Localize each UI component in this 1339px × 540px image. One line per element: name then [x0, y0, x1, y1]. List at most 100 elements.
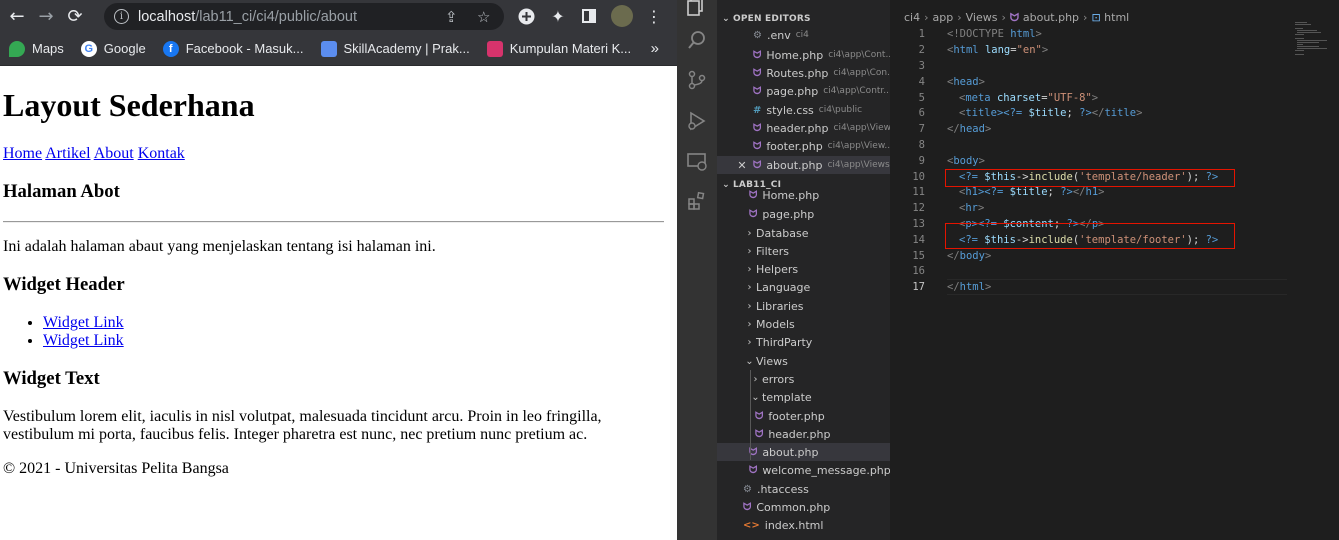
bookmark-kumpulan[interactable]: Kumpulan Materi K... [486, 40, 632, 57]
minimap[interactable] [1295, 22, 1339, 82]
tree-folder[interactable]: › Database [717, 224, 890, 242]
breadcrumb-item[interactable]: ci4 [904, 11, 920, 24]
minimap-line [1295, 54, 1304, 55]
nav-link-kontak[interactable]: Kontak [138, 145, 185, 162]
highlight-box-header-include [945, 169, 1235, 187]
code-token: html [1003, 28, 1036, 40]
file-path: ci4\app\Cont... [828, 50, 890, 60]
code-line[interactable]: <meta charset="UTF-8"> [959, 90, 1098, 106]
file-name: header.php [768, 427, 831, 441]
extensions-puzzle-icon[interactable]: ✦ [549, 7, 567, 26]
nav-link-artikel[interactable]: Artikel [45, 145, 90, 162]
explorer-sidebar: ⌄ OPEN EDITORS ⚙ .env ci4 ᗢ Home.php ci4\app\… [717, 0, 890, 540]
code-line[interactable]: <head> [947, 74, 985, 90]
tree-folder[interactable]: ⌄ Views [717, 352, 890, 370]
code-line[interactable]: </head> [947, 121, 991, 137]
back-arrow-icon[interactable]: ← [4, 3, 30, 29]
address-bar[interactable]: i localhost/lab11_ci/ci4/public/about ⇪ … [104, 3, 504, 30]
open-editor-item[interactable]: ᗢ Home.php ci4\app\Cont... [717, 46, 890, 64]
profile-avatar-icon[interactable] [611, 5, 633, 27]
open-editor-item[interactable]: ⚙ .env ci4 [717, 26, 890, 44]
open-editor-item[interactable]: ᗢ Routes.php ci4\app\Con... [717, 64, 890, 82]
close-icon[interactable]: ✕ [735, 159, 749, 172]
search-icon[interactable] [685, 28, 709, 52]
code-line[interactable]: </html> [947, 279, 991, 295]
bookmark-maps[interactable]: Maps [9, 40, 64, 57]
breadcrumb-item[interactable]: about.php [1023, 11, 1079, 24]
line-number: 15 [912, 250, 925, 262]
tree-item[interactable]: ᗢ Common.php [717, 498, 890, 516]
php-file-icon: ᗢ [753, 85, 762, 97]
run-debug-icon[interactable] [685, 109, 709, 133]
nav-link-about[interactable]: About [94, 145, 134, 162]
bookmark-label: Kumpulan Materi K... [509, 41, 632, 56]
code-line[interactable]: <body> [947, 153, 985, 169]
tree-folder[interactable]: › ThirdParty [717, 333, 890, 351]
bookmarks-more-icon[interactable]: » [651, 40, 659, 57]
code-token: ><?= [977, 186, 1010, 198]
extensions-icon[interactable] [685, 189, 709, 213]
minimap-line [1295, 24, 1311, 25]
tree-item[interactable]: <> index.html [717, 516, 890, 534]
forward-arrow-icon[interactable]: → [33, 3, 59, 29]
bookmark-skillacademy[interactable]: SkillAcademy | Prak... [320, 40, 470, 57]
code-line[interactable]: </body> [947, 248, 991, 264]
reload-icon[interactable]: ⟳ [62, 3, 88, 29]
open-editor-item[interactable]: ᗢ page.php ci4\app\Contr... [717, 82, 890, 100]
code-editor: ci4 › app › Views › ᗢ about.php › ⊡ html 1 2 3 4… [890, 0, 1339, 540]
tree-item[interactable]: ᗢ header.php [717, 425, 890, 443]
tree-item-active[interactable]: ᗢ about.php [717, 443, 890, 461]
tree-item[interactable]: ᗢ Home.php [717, 187, 890, 203]
folder-name: Language [756, 280, 811, 294]
tree-folder[interactable]: › Helpers [717, 260, 890, 278]
widget-link[interactable]: Widget Link [43, 314, 124, 331]
tree-item[interactable]: ᗢ page.php [717, 205, 890, 223]
breadcrumb-item[interactable]: html [1104, 11, 1129, 24]
side-panel-icon[interactable] [580, 7, 598, 25]
tree-folder[interactable]: › Models [717, 315, 890, 333]
chevron-right-icon: › [747, 281, 752, 293]
file-name: about.php [766, 158, 823, 172]
code-line[interactable]: <title><?= $title; ?></title> [959, 105, 1142, 121]
tree-item[interactable]: ⚙ .htaccess [717, 480, 890, 498]
site-info-icon[interactable]: i [114, 9, 129, 24]
bookmark-facebook[interactable]: f Facebook - Masuk... [162, 40, 304, 57]
url-text[interactable]: localhost/lab11_ci/ci4/public/about [138, 9, 357, 25]
open-editor-item[interactable]: # style.css ci4\public [717, 101, 890, 119]
remote-explorer-icon[interactable] [685, 149, 709, 173]
line-number: 1 [918, 28, 925, 40]
minimap-line [1295, 34, 1304, 35]
file-path: ci4\app\Con... [833, 68, 890, 78]
nav-link-home[interactable]: Home [3, 145, 42, 162]
source-control-icon[interactable] [685, 68, 709, 92]
bookmark-google[interactable]: G Google [80, 40, 146, 57]
open-editors-header[interactable]: ⌄ OPEN EDITORS [717, 10, 811, 27]
tree-folder[interactable]: › Libraries [717, 297, 890, 315]
folder-name: Models [756, 317, 795, 331]
extension-plus-icon[interactable] [517, 7, 535, 25]
open-editor-item[interactable]: ᗢ header.php ci4\app\View... [717, 119, 890, 137]
code-line[interactable]: <html lang="en"> [947, 42, 1048, 58]
bookmark-star-icon[interactable]: ☆ [477, 8, 490, 26]
tree-folder[interactable]: › errors [717, 370, 890, 388]
tree-item[interactable]: ᗢ welcome_message.php [717, 461, 890, 479]
code-line[interactable]: <hr> [959, 200, 984, 216]
explorer-icon[interactable] [685, 0, 709, 18]
code-token: "en" [1016, 44, 1042, 56]
tree-folder[interactable]: › Filters [717, 242, 890, 260]
browser-toolbar: ← → ⟳ i localhost/lab11_ci/ci4/public/ab… [0, 0, 677, 32]
menu-kebab-icon[interactable]: ⋮ [645, 7, 663, 26]
open-editor-item-active[interactable]: ✕ ᗢ about.php ci4\app\Views [717, 156, 890, 174]
code-line[interactable]: <!DOCTYPE html> [947, 26, 1042, 42]
file-name: about.php [762, 445, 819, 459]
folder-name: Filters [756, 244, 789, 258]
file-name: style.css [766, 103, 814, 117]
tree-folder[interactable]: › Language [717, 278, 890, 296]
widget-link[interactable]: Widget Link [43, 332, 124, 349]
share-icon[interactable]: ⇪ [445, 8, 458, 26]
breadcrumb-item[interactable]: Views [966, 11, 998, 24]
open-editor-item[interactable]: ᗢ footer.php ci4\app\View... [717, 137, 890, 155]
tree-item[interactable]: ᗢ footer.php [717, 407, 890, 425]
tree-folder[interactable]: ⌄ template [717, 388, 890, 406]
breadcrumb-item[interactable]: app [933, 11, 954, 24]
